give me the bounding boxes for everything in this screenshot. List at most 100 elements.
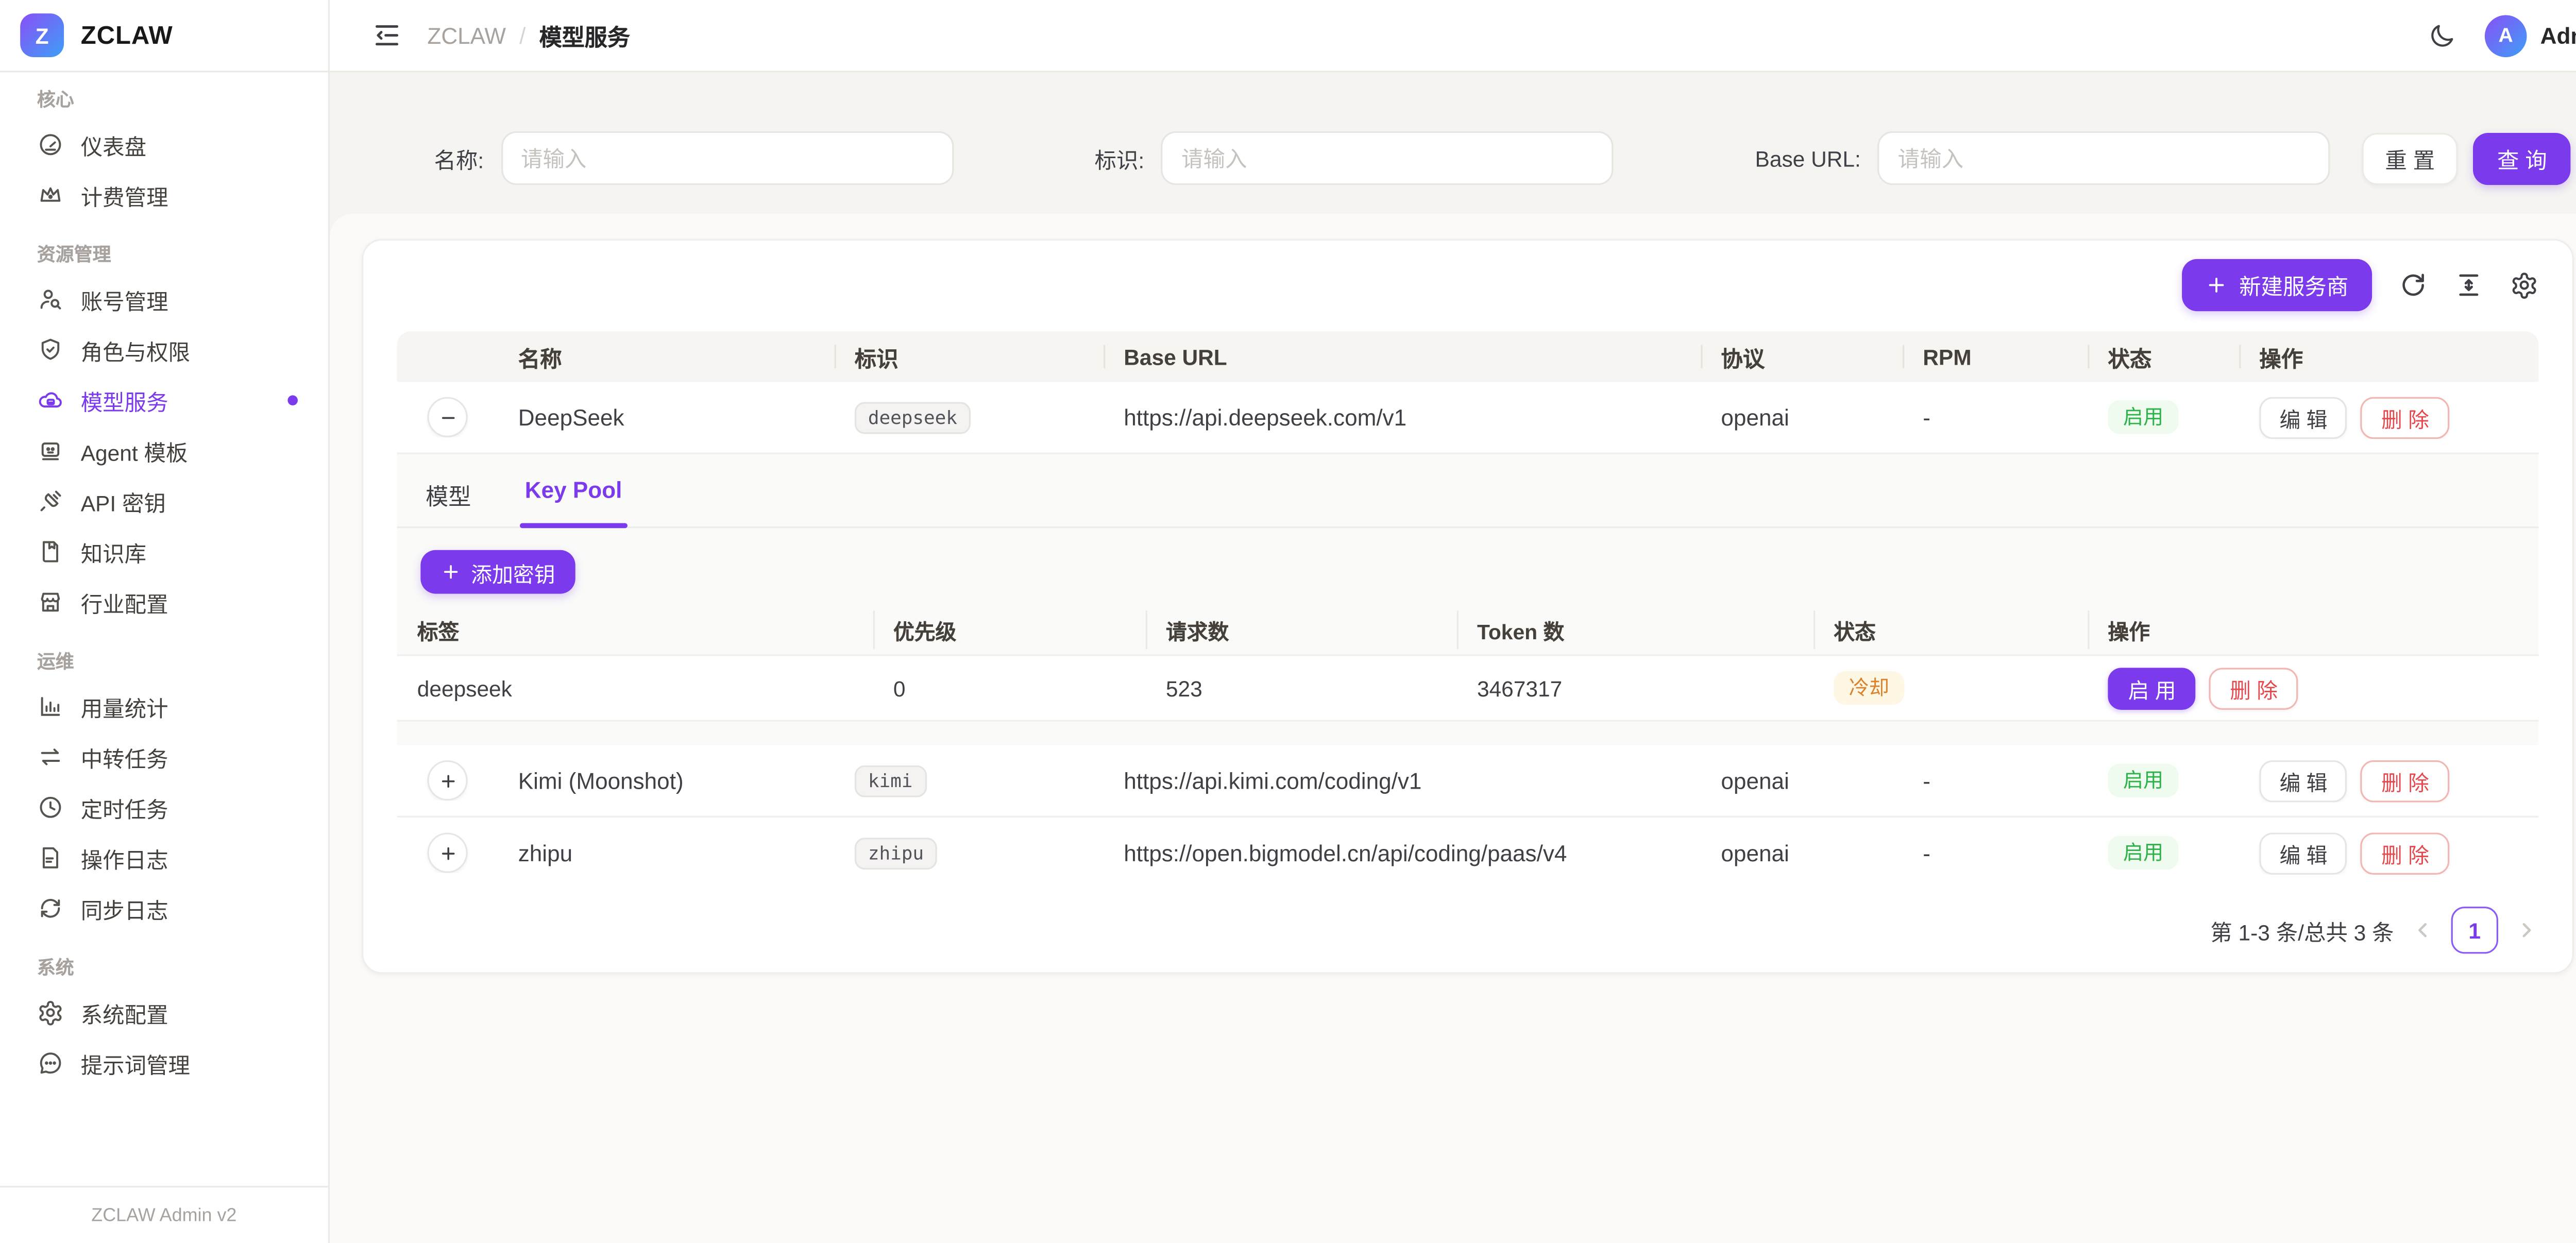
provider-slug-tag: deepseek [855, 401, 971, 433]
user-search-icon [37, 286, 64, 313]
base-url-filter-input[interactable] [1877, 131, 2330, 185]
sidebar-item-label: 同步日志 [81, 892, 168, 924]
edit-button[interactable]: 编 辑 [2259, 396, 2347, 438]
collapse-row-button[interactable] [427, 397, 467, 437]
edit-button[interactable]: 编 辑 [2259, 832, 2347, 874]
provider-base-url: https://api.deepseek.com/v1 [1104, 404, 1701, 430]
sidebar-item-agent-templates[interactable]: Agent 模板 [20, 425, 314, 476]
key-header-requests: 请求数 [1146, 613, 1457, 645]
nav-section-system: 系统 [37, 953, 315, 980]
status-badge-enabled: 启用 [2108, 836, 2178, 870]
card-toolbar: 新建服务商 [397, 261, 2539, 308]
sidebar-item-api-keys[interactable]: API 密钥 [20, 476, 314, 526]
next-page-chevron-icon[interactable] [2515, 918, 2539, 942]
key-header-priority: 优先级 [873, 613, 1146, 645]
key-header-status: 状态 [1814, 613, 2088, 645]
sidebar-item-label: 账号管理 [81, 283, 168, 315]
delete-button[interactable]: 删 除 [2361, 759, 2449, 802]
robot-icon [37, 437, 64, 464]
dark-mode-moon-icon[interactable] [2428, 21, 2456, 50]
name-filter-input[interactable] [501, 131, 953, 185]
file-text-icon [37, 844, 64, 871]
sidebar-item-operation-logs[interactable]: 操作日志 [20, 832, 314, 883]
sidebar-item-industry-config[interactable]: 行业配置 [20, 577, 314, 627]
header-rpm: RPM [1903, 331, 2088, 382]
breadcrumb-separator: / [519, 23, 526, 48]
provider-rpm: - [1903, 768, 2088, 793]
sidebar-item-usage-stats[interactable]: 用量统计 [20, 681, 314, 731]
sidebar-item-label: API 密钥 [81, 485, 166, 517]
key-enable-button[interactable]: 启 用 [2108, 667, 2196, 709]
sidebar-collapse-icon[interactable] [372, 20, 402, 50]
notebook-icon [37, 538, 64, 565]
detail-tabs: 模型 Key Pool [397, 454, 2539, 529]
sidebar-item-model-services[interactable]: 模型服务 [20, 375, 314, 425]
expand-row-button[interactable] [427, 760, 467, 801]
brand: Z ZCLAW [0, 0, 328, 72]
user-menu[interactable]: A Admin [2485, 14, 2576, 57]
expand-row-button[interactable] [427, 832, 467, 873]
page-number-button[interactable]: 1 [2451, 907, 2498, 953]
key-delete-button[interactable]: 删 除 [2210, 667, 2298, 709]
key-header-actions: 操作 [2088, 613, 2542, 645]
main-area: ZCLAW / 模型服务 A Admin 名称: 标识: [330, 0, 2576, 1243]
sidebar-item-billing[interactable]: 计费管理 [20, 170, 314, 220]
sidebar-nav: 核心 仪表盘 计费管理 资源管理 账号管理 角色与权限 模型服务 [0, 72, 328, 1186]
clock-icon [37, 794, 64, 821]
plus-icon [2206, 274, 2227, 295]
cloud-server-icon [37, 387, 64, 414]
breadcrumb-root[interactable]: ZCLAW [427, 23, 506, 48]
nav-section-ops: 运维 [37, 648, 315, 674]
filter-base-url: Base URL: [1755, 131, 2330, 185]
tab-key-pool[interactable]: Key Pool [520, 478, 627, 526]
provider-protocol: openai [1701, 404, 1903, 430]
sidebar-item-accounts[interactable]: 账号管理 [20, 274, 314, 325]
sidebar-item-prompt-management[interactable]: 提示词管理 [20, 1038, 314, 1088]
key-row-deepseek: deepseek 0 523 3467317 冷却 启 用 删 除 [397, 654, 2539, 722]
provider-row-kimi: Kimi (Moonshot) kimi https://api.kimi.co… [397, 745, 2539, 816]
sidebar-item-dashboard[interactable]: 仪表盘 [20, 120, 314, 170]
sidebar-item-label: 提示词管理 [81, 1047, 190, 1079]
gear-icon [37, 999, 64, 1026]
header-status: 状态 [2088, 331, 2239, 382]
provider-slug-tag: kimi [855, 764, 926, 796]
provider-slug-tag: zhipu [855, 837, 937, 869]
crown-icon [37, 182, 64, 209]
header-expand-col [397, 331, 498, 382]
sidebar-item-label: 知识库 [81, 536, 146, 568]
shield-check-icon [37, 336, 64, 363]
sidebar-item-relay-tasks[interactable]: 中转任务 [20, 731, 314, 782]
prev-page-chevron-icon[interactable] [2411, 918, 2434, 942]
add-key-label: 添加密钥 [471, 556, 555, 588]
sidebar-item-system-config[interactable]: 系统配置 [20, 987, 314, 1038]
filter-slug: 标识: [1094, 131, 1614, 185]
add-key-button[interactable]: 添加密钥 [420, 550, 575, 594]
filter-name: 名称: [434, 131, 953, 185]
delete-button[interactable]: 删 除 [2361, 832, 2449, 874]
sidebar-item-roles[interactable]: 角色与权限 [20, 325, 314, 375]
key-priority: 0 [873, 675, 1146, 701]
sidebar-item-label: 系统配置 [81, 997, 168, 1029]
sidebar-item-label: 计费管理 [81, 179, 168, 211]
row-density-icon[interactable] [2454, 270, 2483, 299]
create-provider-button[interactable]: 新建服务商 [2182, 258, 2372, 310]
edit-button[interactable]: 编 辑 [2259, 759, 2347, 802]
sidebar-item-knowledge-base[interactable]: 知识库 [20, 526, 314, 577]
sidebar-item-label: 操作日志 [81, 842, 168, 874]
refresh-icon[interactable] [2399, 270, 2428, 299]
provider-protocol: openai [1701, 840, 1903, 865]
active-dot [287, 395, 298, 405]
slug-filter-input[interactable] [1161, 131, 1614, 185]
delete-button[interactable]: 删 除 [2361, 396, 2449, 438]
sidebar-item-cron-tasks[interactable]: 定时任务 [20, 782, 314, 832]
search-button[interactable]: 查 询 [2473, 132, 2570, 184]
brand-title: ZCLAW [81, 21, 173, 50]
tab-models[interactable]: 模型 [420, 478, 476, 526]
key-tag: deepseek [397, 675, 873, 701]
nav-section-resources: 资源管理 [37, 241, 315, 267]
table-settings-gear-icon[interactable] [2510, 270, 2539, 299]
sidebar-item-sync-logs[interactable]: 同步日志 [20, 883, 314, 933]
pagination-summary: 第 1-3 条/总共 3 条 [2210, 914, 2394, 946]
reset-button[interactable]: 重 置 [2362, 132, 2459, 184]
sidebar-item-label: 定时任务 [81, 791, 168, 823]
